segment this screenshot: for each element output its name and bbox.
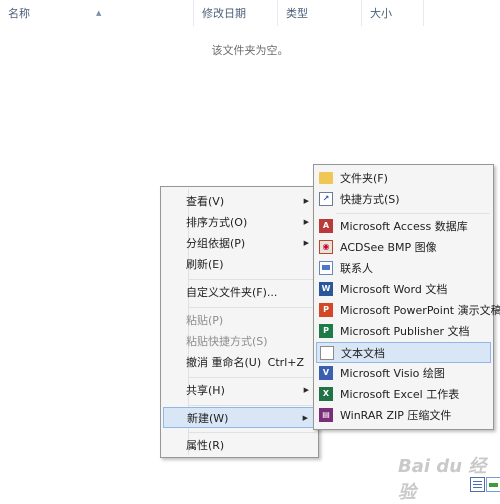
submenu-item-publisher[interactable]: P Microsoft Publisher 文档: [316, 321, 491, 342]
menu-separator: [336, 213, 490, 214]
column-size[interactable]: 大小: [362, 0, 424, 26]
menu-item-paste-label: 粘贴(P): [186, 314, 224, 327]
column-modified[interactable]: 修改日期: [194, 0, 278, 26]
powerpoint-icon: P: [319, 303, 333, 317]
submenu-item-contact[interactable]: 联系人: [316, 258, 491, 279]
menu-item-sort-by-label: 排序方式(O): [186, 216, 248, 229]
submenu-item-label: Microsoft Publisher 文档: [340, 325, 470, 338]
submenu-item-label: 文本文档: [341, 347, 385, 360]
submenu-item-label: ACDSee BMP 图像: [340, 241, 437, 254]
menu-item-customize-folder[interactable]: 自定义文件夹(F)...: [163, 282, 316, 303]
menu-item-view[interactable]: 查看(V) ▶: [163, 191, 316, 212]
menu-item-share-label: 共享(H): [186, 384, 225, 397]
shortcut-key-label: Ctrl+Z: [267, 356, 304, 369]
submenu-item-powerpoint[interactable]: P Microsoft PowerPoint 演示文稿: [316, 300, 500, 321]
submenu-item-label: Microsoft Access 数据库: [340, 220, 468, 233]
submenu-arrow-icon: ▶: [303, 239, 309, 247]
menu-separator: [189, 377, 315, 378]
menu-item-undo-rename[interactable]: 撤消 重命名(U) Ctrl+Z: [163, 352, 316, 373]
menu-item-properties-label: 属性(R): [186, 439, 225, 452]
sort-up-icon: ▲: [96, 9, 102, 17]
submenu-item-label: 文件夹(F): [340, 172, 388, 185]
empty-folder-message: 该文件夹为空。: [211, 44, 289, 57]
menu-item-paste[interactable]: 粘贴(P): [163, 310, 316, 331]
menu-item-properties[interactable]: 属性(R): [163, 435, 316, 456]
bmp-image-icon: ◉: [319, 240, 333, 254]
submenu-arrow-icon: ▶: [302, 414, 308, 422]
menu-item-new[interactable]: 新建(W) ▶: [163, 407, 316, 428]
submenu-item-visio[interactable]: V Microsoft Visio 绘图: [316, 363, 491, 384]
contact-icon: [319, 261, 333, 275]
text-document-icon: [320, 346, 334, 360]
visio-icon: V: [319, 366, 333, 380]
access-icon: A: [319, 219, 333, 233]
column-modified-label: 修改日期: [202, 7, 246, 20]
submenu-item-label: WinRAR ZIP 压缩文件: [340, 409, 452, 422]
submenu-arrow-icon: ▶: [303, 218, 309, 226]
submenu-item-label: Microsoft Excel 工作表: [340, 388, 460, 401]
publisher-icon: P: [319, 324, 333, 338]
new-submenu: 文件夹(F) ↗ 快捷方式(S) A Microsoft Access 数据库 ◉ A…: [313, 164, 500, 430]
submenu-arrow-icon: ▶: [303, 386, 309, 394]
menu-item-customize-folder-label: 自定义文件夹(F)...: [186, 286, 278, 299]
submenu-item-word[interactable]: W Microsoft Word 文档: [316, 279, 491, 300]
large-icons-view-icon[interactable]: [486, 477, 500, 492]
menu-separator: [189, 279, 315, 280]
submenu-item-label: 快捷方式(S): [340, 193, 400, 206]
submenu-item-shortcut[interactable]: ↗ 快捷方式(S): [316, 189, 491, 210]
submenu-item-access[interactable]: A Microsoft Access 数据库: [316, 216, 491, 237]
menu-item-paste-shortcut[interactable]: 粘贴快捷方式(S): [163, 331, 316, 352]
submenu-item-label: Microsoft Visio 绘图: [340, 367, 445, 380]
shortcut-icon: ↗: [319, 192, 333, 206]
column-type[interactable]: 类型: [278, 0, 362, 26]
menu-item-paste-shortcut-label: 粘贴快捷方式(S): [186, 335, 268, 348]
folder-icon: [319, 172, 333, 184]
submenu-item-folder[interactable]: 文件夹(F): [316, 168, 491, 189]
menu-item-group-by[interactable]: 分组依据(P) ▶: [163, 233, 316, 254]
column-size-label: 大小: [370, 7, 392, 20]
menu-item-new-label: 新建(W): [187, 412, 229, 425]
menu-separator: [189, 405, 315, 406]
menu-separator: [189, 432, 315, 433]
submenu-arrow-icon: ▶: [303, 197, 309, 205]
menu-item-share[interactable]: 共享(H) ▶: [163, 380, 316, 401]
submenu-item-text-document[interactable]: 文本文档: [316, 342, 491, 363]
submenu-item-label: Microsoft PowerPoint 演示文稿: [340, 304, 500, 317]
winrar-icon: ▤: [319, 408, 333, 422]
submenu-item-label: 联系人: [340, 262, 373, 275]
details-view-icon[interactable]: [470, 477, 485, 492]
excel-icon: X: [319, 387, 333, 401]
column-name[interactable]: 名称 ▲: [0, 0, 194, 26]
menu-separator: [189, 307, 315, 308]
context-menu: 查看(V) ▶ 排序方式(O) ▶ 分组依据(P) ▶ 刷新(E) 自定义文件夹(F)…: [160, 186, 319, 458]
menu-item-refresh[interactable]: 刷新(E): [163, 254, 316, 275]
menu-item-sort-by[interactable]: 排序方式(O) ▶: [163, 212, 316, 233]
word-icon: W: [319, 282, 333, 296]
menu-item-refresh-label: 刷新(E): [186, 258, 224, 271]
column-name-label: 名称: [8, 7, 30, 20]
column-type-label: 类型: [286, 7, 308, 20]
menu-item-undo-rename-label: 撤消 重命名(U): [186, 356, 262, 369]
submenu-item-label: Microsoft Word 文档: [340, 283, 448, 296]
submenu-item-excel[interactable]: X Microsoft Excel 工作表: [316, 384, 491, 405]
menu-item-group-by-label: 分组依据(P): [186, 237, 246, 250]
menu-item-view-label: 查看(V): [186, 195, 225, 208]
column-header: 名称 ▲ 修改日期 类型 大小: [0, 0, 500, 26]
submenu-item-bmp[interactable]: ◉ ACDSee BMP 图像: [316, 237, 491, 258]
submenu-item-winrar[interactable]: ▤ WinRAR ZIP 压缩文件: [316, 405, 491, 426]
